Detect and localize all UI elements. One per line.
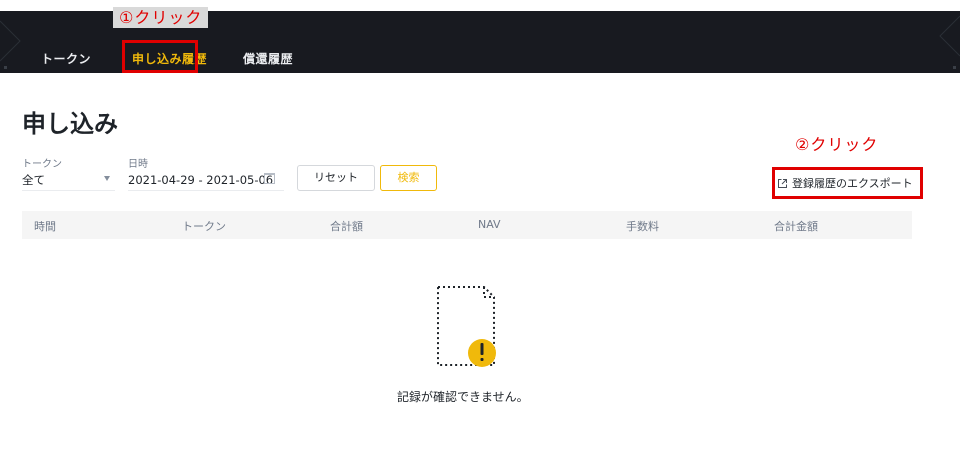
date-filter-label: 日時 bbox=[128, 159, 148, 170]
decoration-right bbox=[939, 15, 960, 69]
page-title: 申し込み bbox=[22, 110, 118, 138]
table-header: 時間 トークン 合計額 NAV 手数料 合計金額 bbox=[22, 211, 912, 239]
annotation-step1-box bbox=[122, 40, 198, 73]
reset-button[interactable]: リセット bbox=[297, 165, 375, 191]
annotation-step2-label: ②クリック bbox=[795, 135, 879, 154]
column-header-fee: 手数料 bbox=[626, 220, 659, 233]
column-header-total-amount: 合計額 bbox=[330, 220, 363, 233]
tab-token[interactable]: トークン bbox=[41, 50, 91, 67]
date-range-underline bbox=[128, 190, 284, 191]
date-range-input[interactable]: 2021-04-29 - 2021-05-06 bbox=[128, 173, 273, 187]
token-filter-label: トークン bbox=[22, 159, 62, 170]
column-header-time: 時間 bbox=[34, 220, 56, 233]
calendar-icon[interactable] bbox=[264, 173, 275, 184]
column-header-token: トークン bbox=[182, 220, 226, 233]
export-history-label: 登録履歴のエクスポート bbox=[792, 177, 913, 190]
export-history-link[interactable]: 登録履歴のエクスポート bbox=[777, 175, 913, 191]
external-link-icon bbox=[778, 178, 787, 188]
empty-state-message: 記録が確認できません。 bbox=[397, 390, 529, 404]
column-header-total-price: 合計金額 bbox=[774, 220, 818, 233]
caret-down-icon[interactable] bbox=[104, 176, 110, 181]
annotation-step1-label: ①クリック bbox=[113, 7, 209, 28]
search-button[interactable]: 検索 bbox=[380, 165, 437, 191]
token-select[interactable]: 全て bbox=[22, 172, 45, 188]
empty-document-warning-icon bbox=[437, 286, 496, 367]
tab-redemption-history[interactable]: 償還履歴 bbox=[243, 50, 293, 67]
token-select-underline bbox=[22, 190, 115, 191]
column-header-nav: NAV bbox=[478, 218, 501, 231]
decoration-left bbox=[0, 20, 21, 69]
